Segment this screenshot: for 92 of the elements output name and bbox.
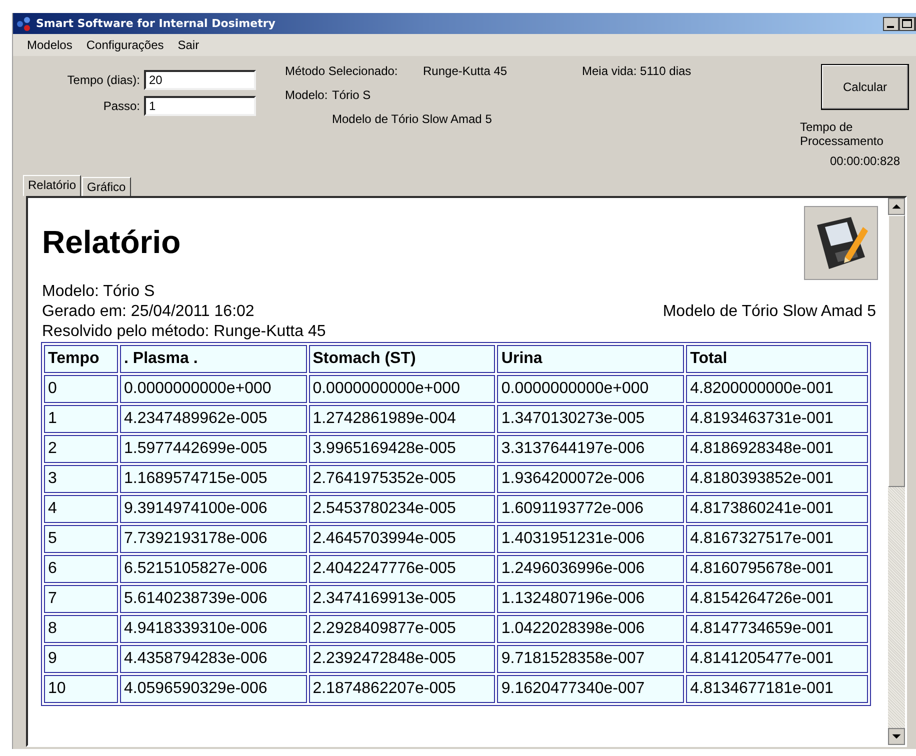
table-cell: 2.4042247776e-005 [308, 555, 496, 583]
table-cell: 1.3470130273e-005 [497, 405, 684, 433]
table-cell: 1 [44, 405, 118, 433]
processing-time: 00:00:00:828 [830, 154, 900, 168]
report-model: Modelo: Tório S [42, 282, 156, 302]
scroll-thumb[interactable] [888, 215, 905, 487]
model-value: Tório S [332, 88, 371, 102]
table-cell: 4.8173860241e-001 [686, 495, 868, 523]
scroll-up-icon[interactable] [888, 198, 905, 215]
menu-item[interactable]: Configurações [79, 36, 171, 54]
table-cell: 4.9418339310e-006 [120, 615, 307, 643]
save-button[interactable] [804, 206, 878, 280]
vertical-scrollbar[interactable] [888, 198, 905, 745]
model-description: Modelo de Tório Slow Amad 5 [332, 112, 492, 126]
table-cell: 0.0000000000e+000 [120, 375, 307, 403]
table-cell: 2.5453780234e-005 [308, 495, 496, 523]
table-cell: 9 [44, 645, 118, 673]
report-method: Resolvido pelo método: Runge-Kutta 45 [42, 322, 327, 342]
table-cell: 1.9364200072e-006 [497, 465, 684, 493]
table-cell: 4.8180393852e-001 [686, 465, 868, 493]
table-cell: 5.6140238739e-006 [120, 585, 307, 613]
table-cell: 4.8186928348e-001 [686, 435, 868, 463]
column-header: Urina [497, 345, 684, 373]
table-cell: 4.8193463731e-001 [686, 405, 868, 433]
table-cell: 4.0596590329e-006 [120, 675, 307, 703]
table-cell: 9.7181528358e-007 [497, 645, 684, 673]
column-header: Tempo [44, 345, 118, 373]
scroll-down-icon[interactable] [888, 728, 905, 745]
table-cell: 4.2347489962e-005 [120, 405, 307, 433]
table-cell: 10 [44, 675, 118, 703]
table-cell: 3.3137644197e-006 [497, 435, 684, 463]
table-cell: 4.8167327517e-001 [686, 525, 868, 553]
field-label: Tempo (dias): [67, 73, 140, 87]
report-title: Relatório [42, 224, 181, 261]
table-cell: 3.9965169428e-005 [308, 435, 496, 463]
minimize-icon[interactable] [883, 16, 899, 30]
table-cell: 4.8134677181e-001 [686, 675, 868, 703]
table-cell: 7 [44, 585, 118, 613]
table-cell: 2.4645703994e-005 [308, 525, 496, 553]
table-cell: 1.1324807196e-006 [497, 585, 684, 613]
table-cell: 9.1620477340e-007 [497, 675, 684, 703]
molecule-icon [16, 16, 32, 32]
maximize-icon[interactable] [899, 16, 915, 30]
table-cell: 2 [44, 435, 118, 463]
table-cell: 1.1689574715e-005 [120, 465, 307, 493]
report-date: Gerado em: 25/04/2011 16:02 [42, 302, 254, 322]
column-header: Total [686, 345, 868, 373]
field-label: Passo: [103, 99, 140, 113]
table-cell: 5 [44, 525, 118, 553]
table-cell: 3 [44, 465, 118, 493]
table-cell: 4 [44, 495, 118, 523]
table-cell: 0.0000000000e+000 [308, 375, 496, 403]
menu-item[interactable]: Modelos [20, 36, 80, 54]
method-value: Runge-Kutta 45 [423, 64, 508, 78]
table-cell: 2.1874862207e-005 [308, 675, 496, 703]
window-title: Smart Software for Internal Dosimetry [36, 17, 276, 30]
report-model-description: Modelo de Tório Slow Amad 5 [662, 302, 876, 322]
method-label: Método Selecionado: [285, 64, 399, 78]
table-cell: 4.8154264726e-001 [686, 585, 868, 613]
processing-label: Tempo de Processamento [800, 120, 884, 148]
table-cell: 6 [44, 555, 118, 583]
table-cell: 4.8200000000e-001 [686, 375, 868, 403]
table-cell: 1.2496036996e-006 [497, 555, 684, 583]
tab[interactable]: Gráfico [82, 177, 131, 196]
input-field[interactable]: 1 [144, 96, 256, 116]
table-cell: 0 [44, 375, 118, 403]
table-cell: 4.8141205477e-001 [686, 645, 868, 673]
column-header: Stomach (ST) [308, 345, 496, 373]
table-cell: 1.0422028398e-006 [497, 615, 684, 643]
model-label: Modelo: [285, 88, 329, 102]
menu-item[interactable]: Sair [170, 36, 206, 54]
table-cell: 1.5977442699e-005 [120, 435, 307, 463]
table-cell: 2.2392472848e-005 [308, 645, 496, 673]
half-life-text: Meia vida: 5110 dias [582, 64, 692, 78]
table-cell: 9.3914974100e-006 [120, 495, 307, 523]
table-cell: 2.2928409877e-005 [308, 615, 496, 643]
table-cell: 4.4358794283e-006 [120, 645, 307, 673]
table-cell: 1.2742861989e-004 [308, 405, 496, 433]
table-cell: 0.0000000000e+000 [497, 375, 684, 403]
table-cell: 2.3474169913e-005 [308, 585, 496, 613]
table-cell: 4.8147734659e-001 [686, 615, 868, 643]
table-cell: 8 [44, 615, 118, 643]
table-cell: 6.5215105827e-006 [120, 555, 307, 583]
table-cell: 2.7641975352e-005 [308, 465, 496, 493]
table-cell: 7.7392193178e-006 [120, 525, 307, 553]
calculate-button[interactable]: Calcular [821, 64, 909, 110]
input-field[interactable]: 20 [144, 70, 256, 90]
table-cell: 4.8160795678e-001 [686, 555, 868, 583]
table-cell: 1.6091193772e-006 [497, 495, 684, 523]
column-header: . Plasma . [120, 345, 307, 373]
table-cell: 1.4031951231e-006 [497, 525, 684, 553]
tab[interactable]: Relatório [23, 175, 82, 196]
